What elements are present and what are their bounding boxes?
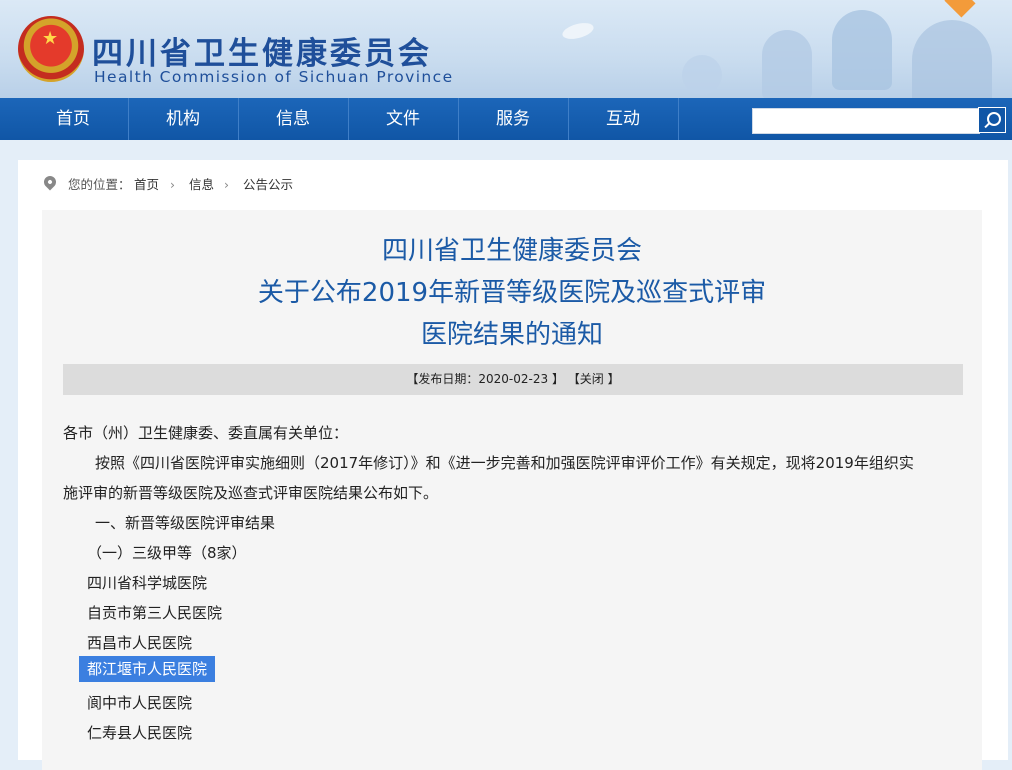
search-button[interactable] — [978, 107, 1006, 133]
chevron-right-icon: › — [224, 177, 229, 192]
paragraph-line: 按照《四川省医院评审实施细则（2017年修订）》和《进一步完善和加强医院评审评价… — [95, 454, 914, 472]
hospital-list-item: 仁寿县人民医院 — [87, 724, 193, 742]
article-title-line: 四川省卫生健康委员会 — [381, 236, 642, 266]
nav-item-organization[interactable]: 机构 — [128, 98, 239, 140]
corner-badge-icon[interactable] — [944, 0, 976, 18]
banner-figure-decoration — [762, 30, 812, 98]
breadcrumb-announcements[interactable]: 公告公示 — [243, 174, 293, 196]
paragraph-line: 施评审的新晋等级医院及巡查式评审医院结果公布如下。 — [63, 484, 439, 502]
banner-figure-decoration — [912, 20, 992, 98]
national-emblem-logo[interactable]: ★ — [18, 16, 84, 82]
article-meta-bar: 【发布日期：2020-02-23 】 【关闭 】 — [63, 364, 963, 395]
article-title-line: 关于公布2019年新晋等级医院及巡查式评审 — [257, 278, 767, 308]
site-header: ★ 四川省卫生健康委员会 Health Commission of Sichua… — [0, 0, 1012, 98]
nav-item-information[interactable]: 信息 — [238, 98, 349, 140]
article-title-line: 医院结果的通知 — [420, 320, 603, 350]
salutation: 各市（州）卫生健康委、委直属有关单位： — [63, 424, 349, 442]
breadcrumb-prefix: 您的位置： — [68, 177, 131, 192]
hospital-list-item: 自贡市第三人民医院 — [87, 604, 223, 622]
section-heading: 一、新晋等级医院评审结果 — [95, 514, 276, 532]
banner-figure-decoration — [832, 10, 892, 90]
banner-figure-decoration — [682, 55, 722, 95]
article-panel: 四川省卫生健康委员会 关于公布2019年新晋等级医院及巡查式评审 医院结果的通知… — [42, 210, 982, 770]
nav-item-services[interactable]: 服务 — [458, 98, 569, 140]
content-area: 您的位置： 首页 › 信息 › 公告公示 四川省卫生健康委员会 关于公布2019… — [18, 160, 1008, 770]
breadcrumb-home[interactable]: 首页 — [134, 174, 159, 196]
nav-item-home[interactable]: 首页 — [18, 98, 129, 140]
site-subtitle: Health Commission of Sichuan Province — [94, 68, 454, 86]
site-title[interactable]: 四川省卫生健康委员会 — [92, 28, 432, 73]
nav-item-documents[interactable]: 文件 — [348, 98, 459, 140]
close-link[interactable]: 【关闭 】 — [568, 372, 620, 386]
hospital-list-item: 阆中市人民医院 — [87, 694, 193, 712]
search-input[interactable] — [752, 108, 980, 134]
chevron-right-icon: › — [170, 177, 175, 192]
selected-text: 都江堰市人民医院 — [79, 656, 216, 682]
publish-date: 【发布日期：2020-02-23 】 — [406, 372, 564, 386]
hospital-list-item: 西昌市人民医院 — [87, 634, 193, 652]
dove-icon — [560, 20, 596, 42]
location-pin-icon — [41, 173, 59, 191]
hospital-list-item-selected: 都江堰市人民医院 — [79, 656, 216, 682]
subsection-heading: （一）三级甲等（8家） — [87, 544, 247, 562]
hospital-list-item: 四川省科学城医院 — [87, 574, 208, 592]
nav-item-interaction[interactable]: 互动 — [568, 98, 679, 140]
breadcrumb-information[interactable]: 信息 — [189, 174, 214, 196]
